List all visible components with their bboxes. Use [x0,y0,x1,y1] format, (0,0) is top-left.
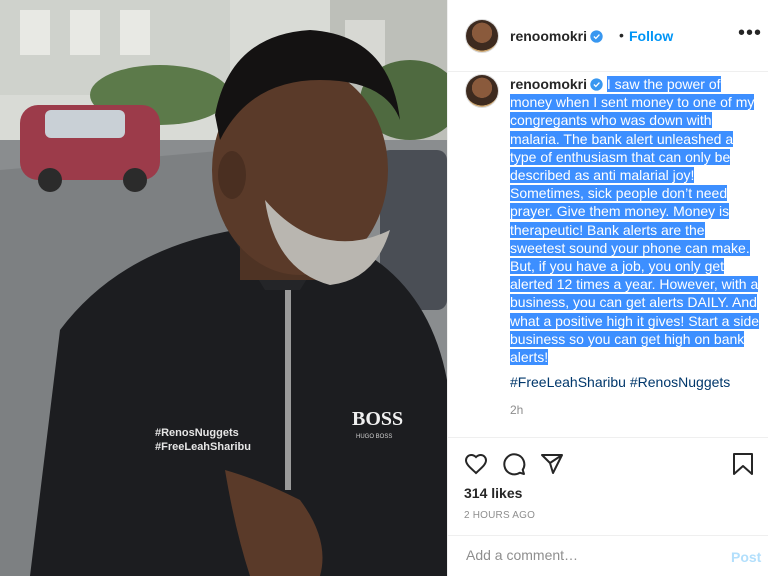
author-name-wrap: renoomokri [510,28,603,46]
add-comment-bar: Post [448,535,768,578]
post-header: renoomokri • Follow ••• [448,0,768,72]
verified-badge-icon [590,78,603,91]
post-sidebar: renoomokri • Follow ••• renoomokri I saw… [447,0,768,576]
post-photo[interactable]: #RenosNuggets #FreeLeahSharibu BOSS HUGO… [0,0,447,576]
brand-logo-subtext: HUGO BOSS [356,434,392,440]
caption: renoomokri I saw the power of money when… [510,75,760,366]
caption-area: renoomokri I saw the power of money when… [448,72,768,437]
hashtag-link[interactable]: #FreeLeahSharibu [510,374,626,390]
more-options-icon[interactable]: ••• [738,22,762,45]
caption-username[interactable]: renoomokri [510,76,587,92]
bookmark-icon[interactable] [732,452,754,476]
post-timestamp: 2 HOURS AGO [464,510,536,521]
jacket-text-line2: #FreeLeahSharibu [155,441,251,453]
caption-hashtags: #FreeLeahSharibu #RenosNuggets [510,374,730,390]
instagram-post: #RenosNuggets #FreeLeahSharibu BOSS HUGO… [0,0,768,576]
caption-author-avatar[interactable] [466,75,498,107]
caption-age: 2h [510,403,524,417]
comment-icon[interactable] [502,452,526,476]
brand-logo-text: BOSS [352,408,403,430]
comment-input[interactable] [464,546,698,564]
follow-button[interactable]: Follow [629,28,673,44]
verified-badge-icon [590,30,603,43]
author-username[interactable]: renoomokri [510,28,587,44]
post-comment-button[interactable]: Post [731,549,761,565]
likes-count[interactable]: 314 likes [464,485,522,501]
header-separator: • [619,27,624,43]
hashtag-link[interactable]: #RenosNuggets [630,374,730,390]
heart-icon[interactable] [464,452,488,476]
author-avatar[interactable] [466,20,498,52]
photo-illustration: #RenosNuggets #FreeLeahSharibu BOSS HUGO… [0,0,447,576]
jacket-text-line1: #RenosNuggets [155,427,239,439]
caption-text: I saw the power of money when I sent mon… [510,76,760,366]
share-icon[interactable] [540,452,564,476]
action-area: 314 likes 2 HOURS AGO Post [448,437,768,577]
